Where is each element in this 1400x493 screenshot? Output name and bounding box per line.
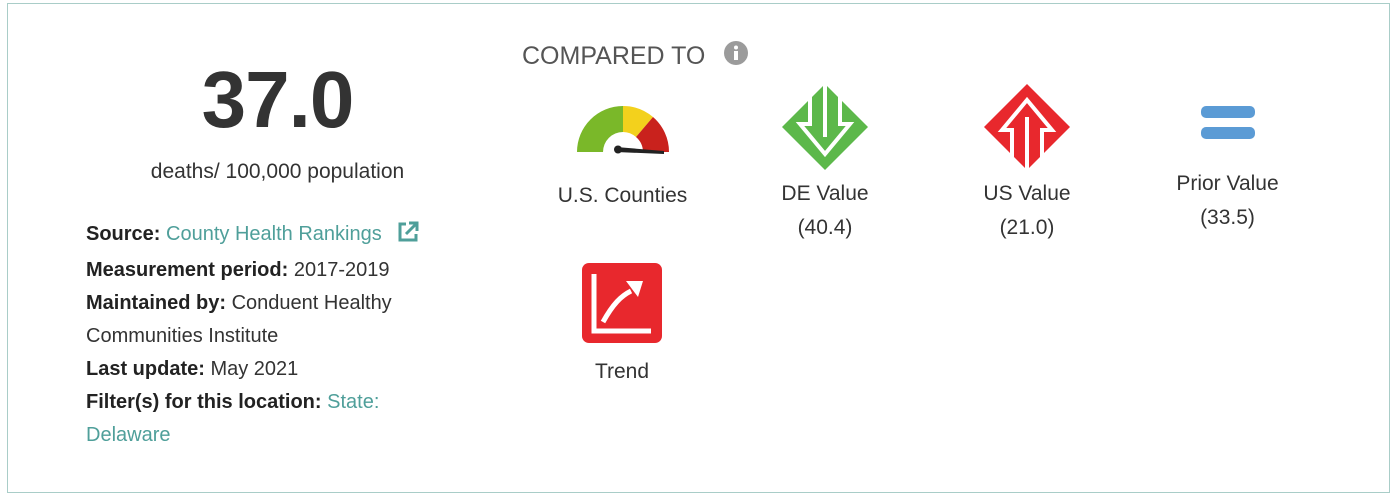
updated-label: Last update: bbox=[86, 358, 205, 380]
filter-row: Filter(s) for this location: State: Dela… bbox=[86, 386, 446, 452]
comparison-label: US Value bbox=[983, 182, 1071, 205]
comparison-value: (21.0) bbox=[999, 216, 1055, 239]
comparison-prior-value[interactable]: Prior Value (33.5) bbox=[1155, 100, 1300, 230]
period-row: Measurement period: 2017-2019 bbox=[86, 254, 446, 287]
comparison-us-value[interactable]: US Value (21.0) bbox=[962, 82, 1092, 240]
compared-to-heading: COMPARED TO bbox=[522, 40, 749, 73]
compared-to-label: COMPARED TO bbox=[522, 42, 706, 70]
arrow-up-icon bbox=[984, 84, 1070, 170]
comparison-de-value[interactable]: DE Value (40.4) bbox=[760, 82, 890, 240]
external-link-icon[interactable] bbox=[397, 221, 419, 254]
maintained-label: Maintained by: bbox=[86, 292, 227, 314]
gauge-icon bbox=[576, 105, 669, 154]
comparison-us-counties[interactable]: U.S. Counties bbox=[540, 100, 705, 208]
source-row: Source: County Health Rankings bbox=[86, 218, 446, 254]
info-icon[interactable] bbox=[723, 40, 749, 73]
arrow-down-icon bbox=[782, 84, 868, 170]
source-link[interactable]: County Health Rankings bbox=[166, 223, 382, 245]
trend-up-icon bbox=[582, 263, 662, 343]
updated-row: Last update: May 2021 bbox=[86, 353, 446, 386]
equal-icon bbox=[1200, 106, 1255, 139]
comparison-label: DE Value bbox=[781, 182, 869, 205]
filter-label: Filter(s) for this location: bbox=[86, 391, 322, 413]
updated-value: May 2021 bbox=[210, 358, 299, 380]
comparison-trend[interactable]: Trend bbox=[572, 262, 672, 384]
maintained-row: Maintained by: Conduent Healthy Communit… bbox=[86, 287, 446, 353]
indicator-unit: deaths/ 100,000 population bbox=[150, 160, 405, 183]
comparison-value: (40.4) bbox=[797, 216, 853, 239]
period-value: 2017-2019 bbox=[293, 259, 390, 281]
source-label: Source: bbox=[86, 223, 161, 245]
comparison-label: Prior Value bbox=[1176, 172, 1279, 195]
comparison-label: Trend bbox=[594, 360, 650, 383]
indicator-value: 37.0 bbox=[201, 55, 355, 144]
comparison-value: (33.5) bbox=[1200, 206, 1255, 229]
indicator-metadata: Source: County Health Rankings Measureme… bbox=[86, 218, 446, 452]
comparison-label: U.S. Counties bbox=[557, 184, 688, 207]
period-label: Measurement period: bbox=[86, 259, 289, 281]
